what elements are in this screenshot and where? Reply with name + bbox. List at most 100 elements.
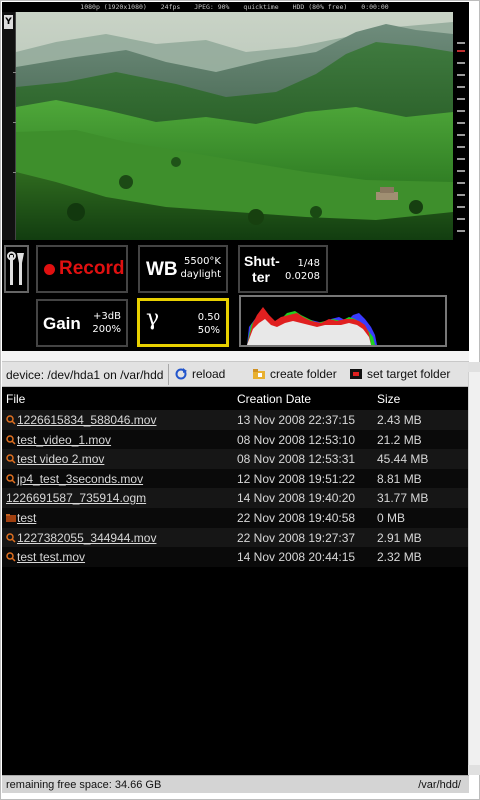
shutter-label-line2: ter [252, 269, 270, 285]
wb-temperature: 5500°K [183, 256, 221, 267]
file-browser: device: /dev/hda1 on /var/hdd reload cre… [2, 362, 469, 775]
video-file-icon [6, 454, 16, 464]
column-header-date[interactable]: Creation Date [237, 392, 311, 406]
shutter-fraction: 1/48 [297, 258, 320, 269]
histogram[interactable] [239, 295, 447, 347]
focus-meter[interactable]: Y [2, 12, 16, 240]
video-file-icon [6, 415, 16, 425]
table-row[interactable]: 1227382055_344944.mov 22 Nov 2008 19:27:… [2, 527, 469, 548]
file-table: File Creation Date Size 1226615834_58804… [2, 388, 469, 567]
white-balance-button[interactable]: WB 5500°K daylight [138, 245, 228, 293]
file-date: 08 Nov 2008 12:53:10 [237, 432, 356, 447]
file-link[interactable]: 1226615834_588046.mov [17, 413, 156, 427]
create-folder-button[interactable]: create folder [252, 366, 337, 383]
scale-tick [457, 218, 465, 220]
wb-values: 5500°K daylight [180, 255, 221, 281]
osd-timecode: 0:00:00 [361, 3, 389, 11]
column-header-size[interactable]: Size [377, 392, 400, 406]
vertical-scrollbar[interactable] [468, 362, 480, 775]
column-header-file[interactable]: File [6, 392, 25, 406]
scale-tick [457, 50, 465, 52]
focus-meter-label: Y [4, 15, 13, 29]
gain-percent: 200% [92, 324, 121, 335]
create-folder-label: create folder [270, 367, 337, 381]
camera-app: 1080p (1920x1080) 24fps JPEG: 90% quickt… [0, 0, 480, 800]
file-date: 22 Nov 2008 19:27:37 [237, 530, 356, 545]
file-date: 22 Nov 2008 19:40:58 [237, 510, 356, 525]
file-date: 14 Nov 2008 20:44:15 [237, 550, 356, 565]
file-link[interactable]: test test.mov [17, 550, 85, 564]
reload-icon [175, 368, 187, 380]
gamma-value: 0.50 [197, 312, 220, 323]
gamma-values: 0.50 50% [198, 311, 220, 337]
osd-resolution: 1080p (1920x1080) [80, 3, 147, 11]
live-preview[interactable] [16, 12, 453, 240]
video-file-icon [6, 474, 16, 484]
settings-tools-button[interactable] [4, 245, 29, 293]
table-row[interactable]: 1226691587_735914.ogm 14 Nov 2008 19:40:… [2, 488, 469, 508]
file-date: 14 Nov 2008 19:40:20 [237, 491, 356, 506]
scale-tick [457, 182, 465, 184]
gamma-button[interactable]: γ 0.50 50% [137, 298, 229, 347]
reload-button[interactable]: reload [174, 366, 225, 383]
table-row[interactable]: test_video_1.mov 08 Nov 2008 12:53:10 21… [2, 429, 469, 450]
set-target-folder-button[interactable]: set target folder [349, 366, 450, 383]
scroll-up-button[interactable] [468, 362, 480, 372]
shutter-button[interactable]: Shut- ter 1/48 0.0208 [238, 245, 328, 293]
table-header: File Creation Date Size [2, 388, 469, 410]
file-cell: test [6, 511, 36, 525]
scale-tick [457, 42, 465, 44]
record-button[interactable]: Record [36, 245, 128, 293]
file-link[interactable]: 1227382055_344944.mov [17, 531, 156, 545]
file-date: 13 Nov 2008 22:37:15 [237, 413, 356, 427]
file-link[interactable]: test video 2.mov [17, 452, 104, 466]
file-link[interactable]: 1226691587_735914.ogm [6, 491, 146, 505]
scale-tick [457, 206, 465, 208]
file-size: 21.2 MB [377, 432, 422, 447]
table-row[interactable]: test 22 Nov 2008 19:40:58 0 MB [2, 507, 469, 528]
table-row[interactable]: 1226615834_588046.mov 13 Nov 2008 22:37:… [2, 410, 469, 430]
file-cell: 1227382055_344944.mov [6, 531, 156, 545]
file-cell: test test.mov [6, 550, 85, 564]
gain-values: +3dB 200% [92, 310, 121, 336]
shutter-values: 1/48 0.0208 [285, 257, 320, 283]
osd-hdd: HDD (80% free) [292, 3, 348, 11]
landscape-preview-image [16, 12, 453, 240]
file-browser-toolbar: device: /dev/hda1 on /var/hdd reload cre… [2, 362, 469, 387]
file-size: 2.91 MB [377, 530, 422, 545]
scale-tick [457, 230, 465, 232]
set-target-folder-label: set target folder [367, 367, 451, 381]
gain-label: Gain [43, 314, 81, 333]
gain-button[interactable]: Gain +3dB 200% [36, 299, 128, 347]
folder-link[interactable]: test [17, 511, 36, 525]
wb-label: WB [146, 259, 178, 280]
video-file-icon [6, 532, 16, 543]
gamma-percent: 50% [197, 325, 220, 336]
table-row[interactable]: test test.mov 14 Nov 2008 20:44:15 2.32 … [2, 547, 469, 567]
file-size: 0 MB [377, 510, 406, 525]
file-cell: 1226615834_588046.mov [6, 413, 156, 427]
table-row[interactable]: test video 2.mov 08 Nov 2008 12:53:31 45… [2, 449, 469, 469]
file-link[interactable]: test_video_1.mov [17, 433, 111, 447]
tools-icon [7, 251, 24, 285]
osd-format: JPEG: 90% [194, 3, 230, 11]
toolbar-separator [168, 364, 169, 385]
free-space-status: remaining free space: 34.66 GB [6, 779, 162, 791]
file-cell: test video 2.mov [6, 452, 104, 466]
file-cell: jp4_test_3seconds.mov [6, 472, 143, 486]
shutter-label-line1: Shut- [244, 253, 280, 269]
device-label: device: /dev/hda1 on /var/hdd [6, 368, 164, 382]
scale-tick [457, 62, 465, 64]
file-size: 8.81 MB [377, 471, 422, 486]
record-label: Record [59, 258, 125, 279]
shutter-label: Shut- ter [244, 253, 280, 285]
file-size: 31.77 MB [377, 491, 429, 506]
scale-tick [457, 86, 465, 88]
table-row[interactable]: jp4_test_3seconds.mov 12 Nov 2008 19:51:… [2, 468, 469, 489]
file-size: 45.44 MB [377, 452, 429, 467]
file-link[interactable]: jp4_test_3seconds.mov [17, 472, 143, 486]
osd-container: quicktime [243, 3, 279, 11]
scroll-down-button[interactable] [468, 765, 480, 775]
scale-tick [457, 146, 465, 148]
gain-db: +3dB [93, 311, 121, 322]
